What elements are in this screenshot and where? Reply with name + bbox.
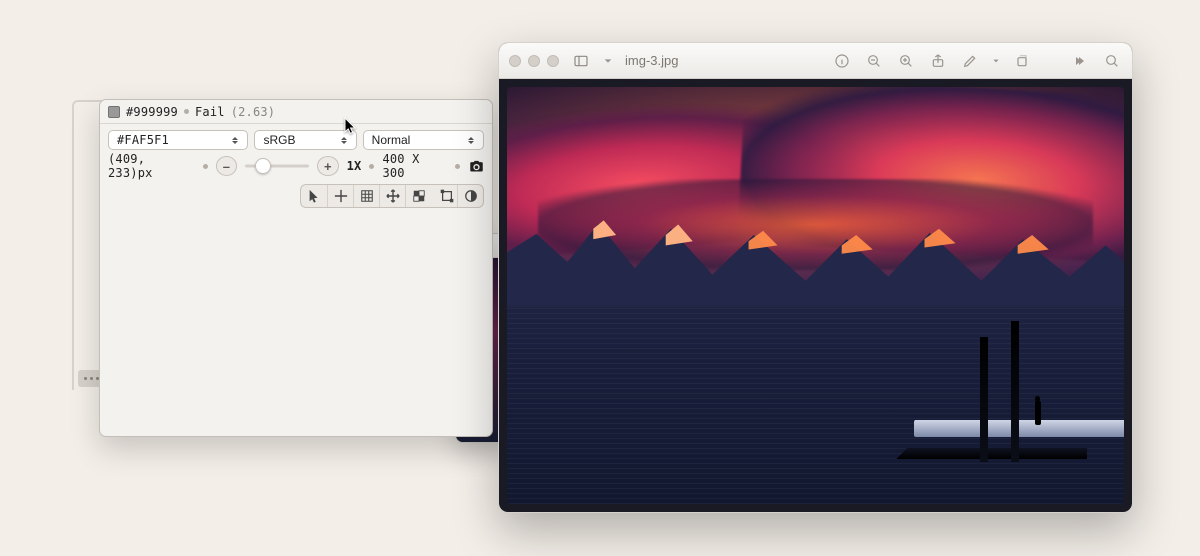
- search-button[interactable]: [1102, 51, 1122, 71]
- background-hex-field[interactable]: #FAF5F1: [108, 130, 248, 150]
- person-silhouette: [1033, 396, 1043, 425]
- separator-dot: [203, 164, 208, 169]
- separator-dot: [455, 164, 460, 169]
- zoom-out-button[interactable]: –: [216, 156, 237, 176]
- contrast-circle-tool[interactable]: [457, 185, 483, 207]
- window-filename: img-3.jpg: [625, 53, 678, 68]
- window-traffic-lights[interactable]: [509, 55, 559, 67]
- minimize-window-icon[interactable]: [528, 55, 540, 67]
- screenshot-button[interactable]: [468, 158, 484, 174]
- zoom-in-button[interactable]: [896, 51, 916, 71]
- geometry-row: (409, 233)px – + 1X 400 X 300: [100, 154, 492, 178]
- zoom-window-icon[interactable]: [547, 55, 559, 67]
- blend-mode-value: Normal: [372, 133, 411, 147]
- preview-window: img-3.jpg: [498, 42, 1133, 513]
- color-space-value: sRGB: [263, 133, 295, 147]
- background-hex-value: #FAF5F1: [117, 133, 169, 147]
- zoom-in-button[interactable]: +: [317, 156, 338, 176]
- color-space-select[interactable]: sRGB: [254, 130, 356, 150]
- markup-button[interactable]: [960, 51, 980, 71]
- preview-titlebar: img-3.jpg: [499, 43, 1132, 79]
- contrast-ratio: (2.63): [231, 105, 276, 119]
- zoom-slider[interactable]: [245, 156, 309, 176]
- close-window-icon[interactable]: [509, 55, 521, 67]
- color-inspector-panel: #999999 Fail (2.63) #FAF5F1 sRGB Normal …: [99, 99, 493, 437]
- share-button[interactable]: [928, 51, 948, 71]
- crosshair-tool[interactable]: [327, 185, 353, 207]
- pointer-coordinates: (409, 233)px: [108, 152, 195, 180]
- separator-dot: [184, 109, 189, 114]
- toggle-sidebar-button[interactable]: [571, 51, 591, 71]
- canvas-dimensions: 400 X 300: [382, 152, 447, 180]
- chevron-updown-icon: [338, 137, 350, 144]
- rotate-button[interactable]: [1012, 51, 1032, 71]
- blend-mode-select[interactable]: Normal: [363, 130, 484, 150]
- checker-tool[interactable]: [405, 185, 431, 207]
- move-tool[interactable]: [379, 185, 405, 207]
- chevron-updown-icon: [229, 137, 241, 144]
- grid-tool[interactable]: [353, 185, 379, 207]
- zoom-level: 1X: [347, 159, 362, 173]
- tool-strip: [100, 178, 492, 214]
- color-settings-row: #FAF5F1 sRGB Normal: [100, 128, 492, 152]
- info-button[interactable]: [832, 51, 852, 71]
- zoom-out-button[interactable]: [864, 51, 884, 71]
- chevron-down-icon[interactable]: [603, 51, 613, 71]
- tool-segmented-control: [300, 184, 484, 208]
- separator-dot: [369, 164, 374, 169]
- sample-swatch: [108, 106, 120, 118]
- overflow-button[interactable]: [1070, 51, 1090, 71]
- sample-readout-row: #999999 Fail (2.63): [100, 100, 492, 124]
- crop-tool[interactable]: [431, 185, 457, 207]
- image-viewport[interactable]: [507, 87, 1124, 504]
- sample-hex: #999999: [126, 105, 178, 119]
- chevron-updown-icon: [465, 137, 477, 144]
- contrast-status: Fail: [195, 105, 225, 119]
- pointer-tool[interactable]: [301, 185, 327, 207]
- chevron-down-icon[interactable]: [992, 51, 1000, 71]
